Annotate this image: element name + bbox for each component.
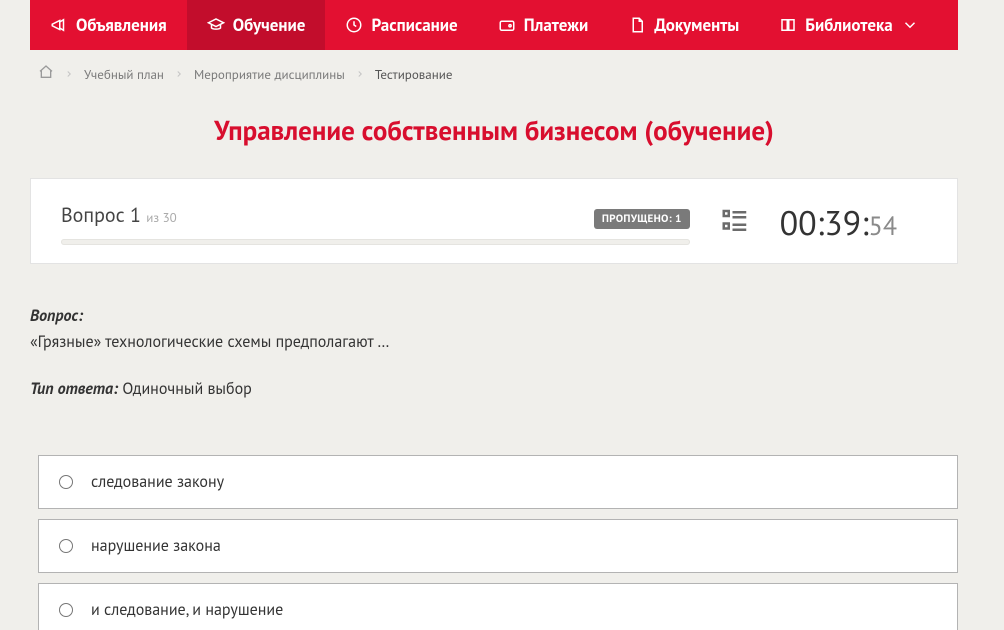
answer-text: нарушение закона <box>91 536 221 556</box>
skipped-badge: ПРОПУЩЕНО: 1 <box>594 209 690 229</box>
question-body: Вопрос: «Грязные» технологические схемы … <box>0 264 988 435</box>
nav-label: Библиотека <box>805 14 892 36</box>
timer: 00:39:54 <box>780 201 927 245</box>
nav-library[interactable]: Библиотека <box>759 0 938 50</box>
nav-label: Документы <box>654 14 739 36</box>
progress-bar <box>61 239 690 245</box>
page-title: Управление собственным бизнесом (обучени… <box>0 94 988 178</box>
question-number-label: Вопрос 1 <box>61 202 146 228</box>
timer-seconds: 54 <box>869 210 897 243</box>
question-label: Вопрос: <box>30 306 83 326</box>
nav-label: Обучение <box>233 14 306 36</box>
doc-icon <box>628 16 646 34</box>
question-list-icon[interactable] <box>720 206 750 241</box>
question-of: из 30 <box>146 209 177 226</box>
answer-text: и следование, и нарушение <box>91 600 283 620</box>
grad-cap-icon <box>207 16 225 34</box>
nav-schedule[interactable]: Расписание <box>325 0 477 50</box>
nav-documents[interactable]: Документы <box>608 0 759 50</box>
calendar-icon <box>345 16 363 34</box>
nav-label: Платежи <box>524 14 589 36</box>
chevron-down-icon <box>901 16 919 34</box>
quiz-status-card: Вопрос 1 из 30 ПРОПУЩЕНО: 1 <box>30 178 958 264</box>
chevron-right-icon <box>64 66 74 83</box>
home-icon[interactable] <box>38 64 54 84</box>
nav-label: Расписание <box>371 14 457 36</box>
answer-radio[interactable] <box>59 603 73 617</box>
chevron-right-icon <box>355 66 365 83</box>
crumb-event[interactable]: Мероприятие дисциплины <box>194 66 345 83</box>
answer-text: следование закону <box>91 472 224 492</box>
chevron-right-icon <box>174 66 184 83</box>
answer-option[interactable]: и следование, и нарушение <box>38 583 958 630</box>
book-icon <box>779 16 797 34</box>
timer-minutes: 00:39: <box>780 201 869 245</box>
nav-label: Объявления <box>76 14 167 36</box>
answer-option[interactable]: нарушение закона <box>38 519 958 573</box>
main-nav: Объявления Обучение Расписание Платежи <box>30 0 958 50</box>
wallet-icon <box>498 16 516 34</box>
crumb-plan[interactable]: Учебный план <box>84 66 164 83</box>
nav-payments[interactable]: Платежи <box>478 0 609 50</box>
answer-list: следование закону нарушение закона и сле… <box>0 435 988 630</box>
nav-training[interactable]: Обучение <box>187 0 326 50</box>
crumb-current: Тестирование <box>375 66 453 83</box>
answer-type-value: Одиночный выбор <box>122 379 251 399</box>
megaphone-icon <box>50 16 68 34</box>
question-text: «Грязные» технологические схемы предпола… <box>30 332 389 352</box>
answer-type-label: Тип ответа: <box>30 379 118 399</box>
nav-announcements[interactable]: Объявления <box>30 0 187 50</box>
breadcrumb: Учебный план Мероприятие дисциплины Тест… <box>0 50 988 94</box>
answer-option[interactable]: следование закону <box>38 455 958 509</box>
answer-radio[interactable] <box>59 475 73 489</box>
answer-radio[interactable] <box>59 539 73 553</box>
